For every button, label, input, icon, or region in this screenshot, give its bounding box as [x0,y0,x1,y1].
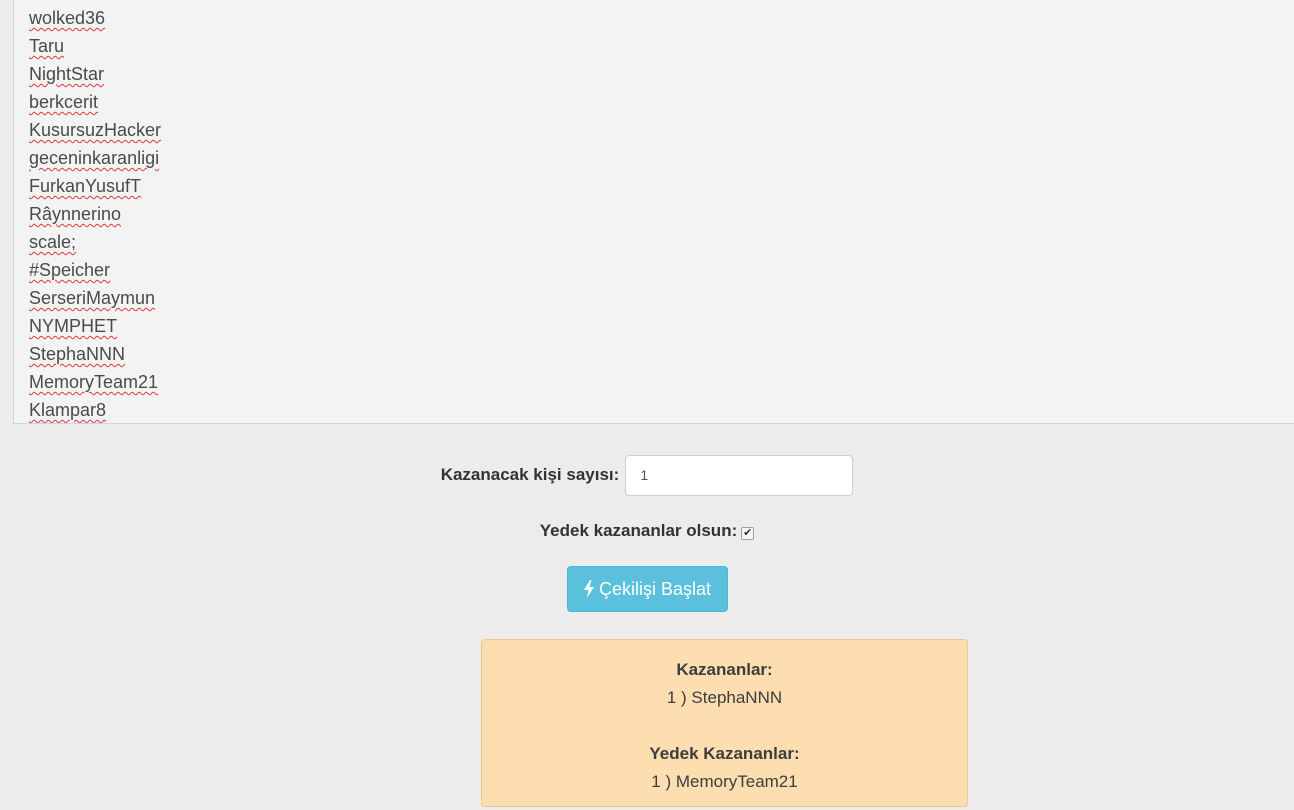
participant-line: Taru [29,36,65,56]
backup-winners-label: Yedek kazananlar olsun: [539,521,738,540]
participant-line: Klampar8 [29,400,107,420]
participant-line: #Speicher [29,260,111,280]
participants-list: wolked36 Taru NightStar berkcerit Kusurs… [14,0,1294,423]
participant-line: geceninkaranligi [29,148,160,168]
participant-line: MemoryTeam21 [29,372,159,392]
participant-line: FurkanYusufT [29,176,142,196]
participant-line: berkcerit [29,92,99,112]
backup-winners-heading: Yedek Kazananlar: [649,744,800,763]
backup-winners-checkbox[interactable]: ✔ [741,526,755,540]
participant-line: KusursuzHacker [29,120,162,140]
winner-count-row: Kazanacak kişi sayısı: [0,454,1294,496]
start-draw-button[interactable]: Çekilişi Başlat [566,566,728,612]
bolt-icon [583,580,595,598]
start-button-row: Çekilişi Başlat [0,566,1294,612]
participant-line: SerseriMaymun [29,288,156,308]
participant-line: StephaNNN [29,344,126,364]
winner-count-label: Kazanacak kişi sayısı: [440,465,620,484]
winner-item: 1 ) StephaNNN [666,688,783,707]
winners-heading: Kazananlar: [676,660,773,679]
start-draw-label: Çekilişi Başlat [598,578,712,599]
backup-winners-row: Yedek kazananlar olsun: ✔ [0,518,1294,544]
participant-line: scale; [29,232,77,252]
results-panel: Kazananlar: 1 ) StephaNNN Yedek Kazananl… [481,639,968,807]
participant-line: NYMPHET [29,316,118,336]
participant-line: NightStar [29,64,105,84]
participants-textarea[interactable]: wolked36 Taru NightStar berkcerit Kusurs… [13,0,1294,424]
backup-winner-item: 1 ) MemoryTeam21 [651,772,798,791]
participant-line: Râynnerino [29,204,122,224]
participant-line: wolked36 [29,8,106,28]
winner-count-input[interactable] [625,454,854,496]
